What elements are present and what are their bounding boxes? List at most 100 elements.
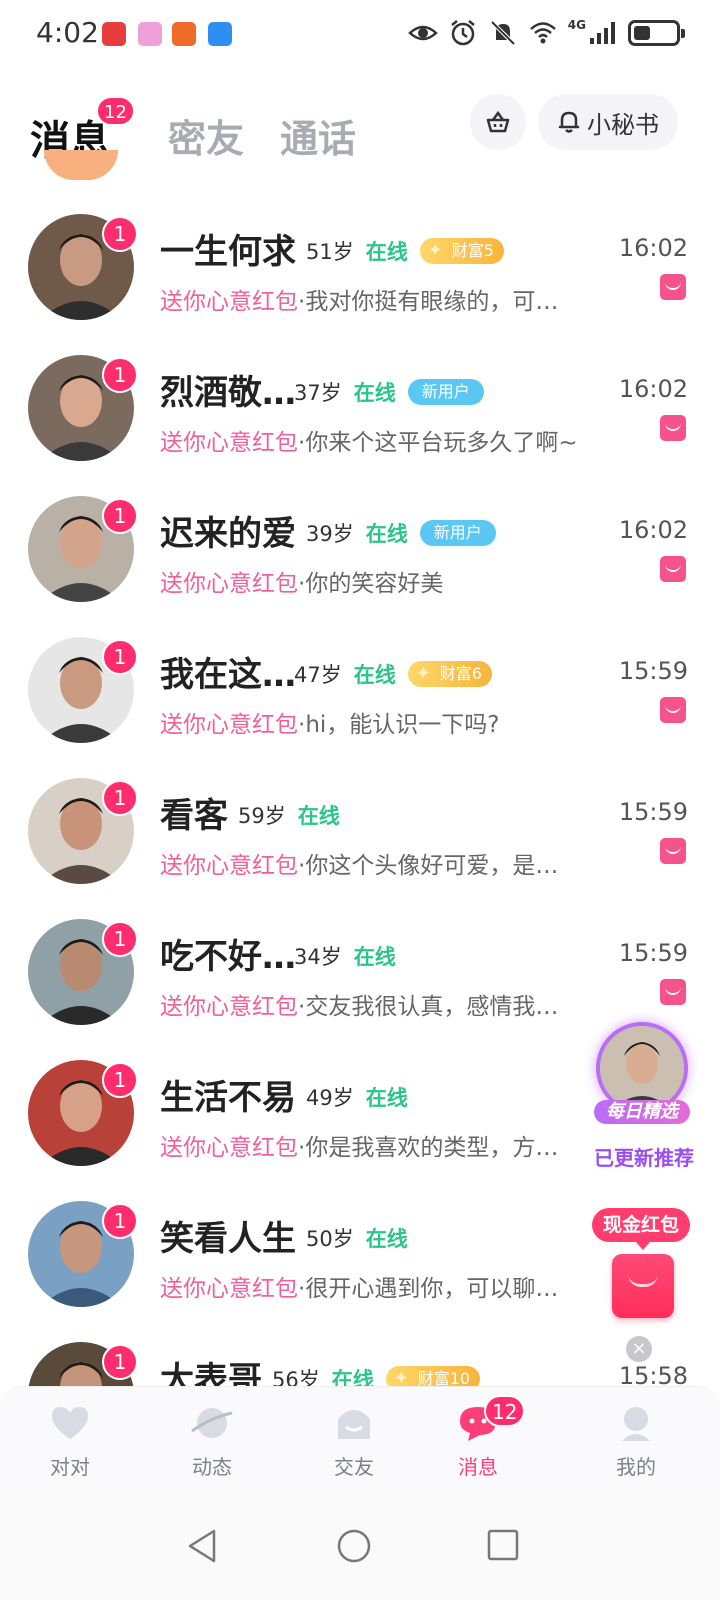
message-text: 你的笑容好美 [305, 571, 444, 597]
message-time: 15:59 [618, 798, 688, 826]
red-packet-icon [660, 556, 686, 582]
contact-name: 吃不好… [160, 937, 296, 977]
contact-name: 烈酒敬… [160, 373, 296, 413]
unread-count-badge: 1 [102, 639, 138, 675]
message-text: 我对你挺有眼缘的，可… [305, 289, 559, 315]
nav-make-friends[interactable]: 交友 [294, 1397, 414, 1487]
game-app-icon [172, 22, 196, 46]
message-preview: 送你心意红包·很开心遇到你，可以聊… [160, 1269, 558, 1303]
message-preview: 送你心意红包·你这个头像好可爱，是… [160, 846, 558, 880]
contact-name: 我在这… [160, 655, 296, 695]
signal-icon [590, 22, 615, 44]
unread-count-badge: 1 [102, 921, 138, 957]
message-preview: 送你心意红包·你来个这平台玩多久了啊~ [160, 423, 578, 457]
tab-close-friends[interactable]: 密友 [168, 108, 244, 163]
message-time: 16:02 [618, 516, 688, 544]
planet-icon [191, 1408, 233, 1438]
new-user-badge: 新用户 [419, 520, 496, 546]
gift-label: 送你心意红包 [160, 289, 298, 315]
message-text: 很开心遇到你，可以聊… [305, 1276, 559, 1302]
gift-label: 送你心意红包 [160, 712, 298, 738]
contact-meta: 39岁 在线 新用户 [306, 518, 496, 548]
unread-count-badge: 1 [102, 1344, 138, 1380]
nav-label: 动态 [192, 1455, 232, 1479]
online-status: 在线 [365, 1227, 408, 1251]
contact-age: 50岁 [306, 1227, 354, 1251]
cash-red-packet-widget[interactable]: 现金红包 × [590, 1208, 690, 1368]
weather-app-icon [208, 22, 232, 46]
unread-count-badge: 1 [102, 1062, 138, 1098]
conversation-row[interactable]: 1 烈酒敬… 37岁 在线 新用户 16:02 送你心意红包·你来个这平台玩多久了啊~ [0, 341, 720, 482]
online-status: 在线 [365, 1086, 408, 1110]
unread-count-badge: 1 [102, 216, 138, 252]
contact-name: 笑看人生 [160, 1219, 296, 1259]
red-packet-icon [660, 274, 686, 300]
contact-name: 迟来的爱 [160, 514, 296, 554]
conversation-row[interactable]: 1 一生何求 51岁在线财富5 16:02 送你心意红包·我对你挺有眼缘的，可… [0, 200, 720, 341]
contact-meta: 49岁 在线 [306, 1082, 408, 1112]
conversation-row[interactable]: 1 看客 59岁 在线 15:59 送你心意红包·你这个头像好可爱，是… [0, 764, 720, 905]
message-text: 你是我喜欢的类型，方… [305, 1135, 559, 1161]
back-icon[interactable] [186, 1528, 218, 1564]
nav-label: 我的 [616, 1455, 656, 1479]
message-preview: 送你心意红包·hi，能认识一下吗? [160, 705, 500, 739]
wealth-level-badge: 财富5 [419, 238, 504, 264]
online-status: 在线 [365, 240, 408, 264]
contact-age: 59岁 [238, 804, 286, 828]
online-status: 在线 [365, 522, 408, 546]
message-preview: 送你心意红包·你是我喜欢的类型，方… [160, 1128, 558, 1162]
message-time: 15:59 [618, 939, 688, 967]
gift-label: 送你心意红包 [160, 994, 298, 1020]
nav-profile[interactable]: 我的 [576, 1397, 696, 1487]
unread-count-badge: 1 [102, 498, 138, 534]
home-icon[interactable] [336, 1528, 372, 1564]
system-navigation-bar [0, 1494, 720, 1600]
gift-label: 送你心意红包 [160, 1276, 298, 1302]
status-bar: 4:02 4G [0, 0, 720, 70]
daily-picks-subtitle: 已更新推荐 [594, 1146, 694, 1170]
nav-moments[interactable]: 动态 [152, 1397, 272, 1487]
wealth-level-badge: 财富6 [407, 661, 492, 687]
message-text: hi，能认识一下吗? [305, 712, 500, 738]
contact-meta: 51岁在线财富5 [306, 236, 504, 266]
messages-nav-badge: 12 [484, 1395, 526, 1427]
tab-calls[interactable]: 通话 [280, 108, 356, 163]
contact-name: 一生何求 [160, 232, 296, 272]
new-user-badge: 新用户 [407, 379, 484, 405]
eye-icon [407, 25, 438, 41]
red-packet-icon [660, 979, 686, 1005]
daily-picks-badge: 每日精选 [594, 1100, 690, 1124]
contact-name: 生活不易 [160, 1078, 296, 1118]
red-packet-icon [660, 838, 686, 864]
secretary-button[interactable]: 小秘书 [538, 94, 678, 150]
wifi-icon [529, 22, 556, 44]
unread-count-badge: 1 [102, 357, 138, 393]
close-icon[interactable]: × [626, 1336, 652, 1362]
recents-icon[interactable] [486, 1528, 520, 1562]
contact-age: 51岁 [306, 240, 354, 264]
nav-label: 对对 [50, 1455, 90, 1479]
network-type: 4G [567, 18, 586, 32]
contact-name: 看客 [160, 796, 228, 836]
nav-messages[interactable]: 消息 12 [418, 1395, 538, 1487]
red-packet-icon [612, 1254, 674, 1318]
message-time: 16:02 [618, 375, 688, 403]
contact-meta: 34岁 在线 [294, 941, 396, 971]
friends-icon [338, 1410, 370, 1439]
basket-button[interactable] [470, 94, 526, 150]
conversation-row[interactable]: 1 迟来的爱 39岁 在线 新用户 16:02 送你心意红包·你的笑容好美 [0, 482, 720, 623]
message-preview: 送你心意红包·我对你挺有眼缘的，可… [160, 282, 558, 316]
message-text: 交友我很认真，感情我… [305, 994, 559, 1020]
daily-picks-widget[interactable]: 每日精选 已更新推荐 [588, 1018, 698, 1174]
online-status: 在线 [297, 804, 340, 828]
gift-label: 送你心意红包 [160, 571, 298, 597]
message-preview: 送你心意红包·你的笑容好美 [160, 564, 443, 598]
conversation-row[interactable]: 1 我在这…47岁在线财富6 15:59 送你心意红包·hi，能认识一下吗? [0, 623, 720, 764]
nav-label: 交友 [334, 1455, 374, 1479]
contact-meta: 50岁 在线 [306, 1223, 408, 1253]
nav-pairing[interactable]: 对对 [10, 1397, 130, 1487]
message-text: 你来个这平台玩多久了啊~ [305, 430, 578, 456]
mute-icon [490, 20, 516, 46]
chat-app-icon [138, 22, 162, 46]
red-packet-icon [660, 415, 686, 441]
